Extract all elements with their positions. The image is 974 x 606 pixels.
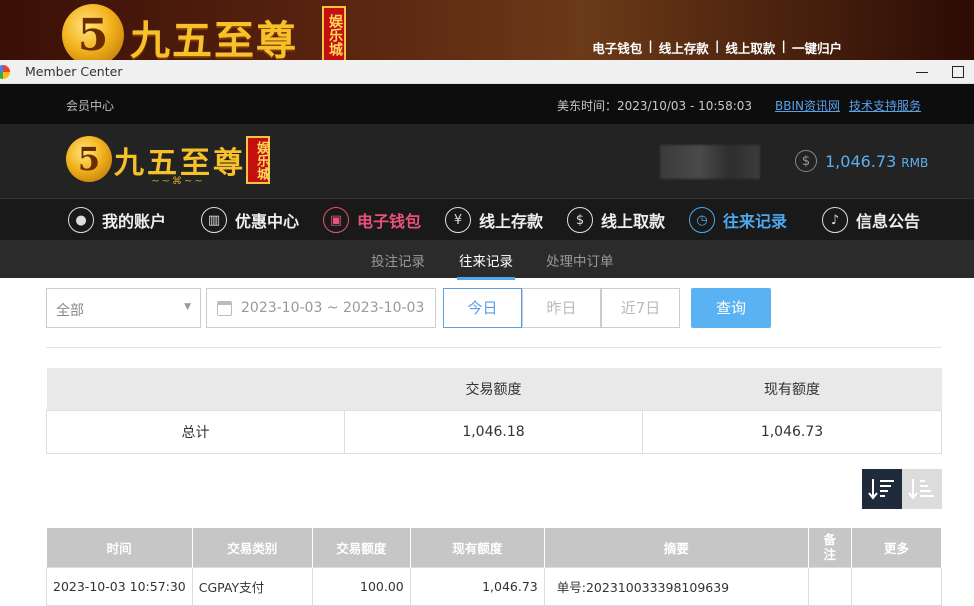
column-header-time[interactable]: 时间 (46, 528, 193, 567)
date-range-input[interactable]: 2023-10-03 ~ 2023-10-03 (206, 288, 436, 328)
summary-header: 现有额度 (642, 368, 942, 410)
top-banner: 5 九五至尊 娱乐城 电子钱包 | 线上存款 | 线上取款 | 一键归户 (0, 0, 974, 60)
nav-online-withdraw[interactable]: $ 线上取款 (567, 205, 665, 235)
nav-label: 往来记录 (723, 212, 788, 231)
banner-badge: 娱乐城 (322, 6, 346, 60)
banner-link-consolidate[interactable]: 一键归户 (792, 38, 842, 57)
deposit-icon: ¥ (445, 207, 471, 233)
brand-logo-icon: 5 (62, 4, 124, 60)
nav-transaction-records[interactable]: ◷ 往来记录 (689, 205, 787, 235)
ornament-icon: ~~⌘~~ (151, 176, 205, 187)
banner-title: 九五至尊 (130, 17, 298, 60)
banner-nav: 电子钱包 | 线上存款 | 线上取款 | 一键归户 (592, 38, 842, 57)
window-title: Member Center (25, 64, 123, 79)
nav-announcements[interactable]: ♪ 信息公告 (822, 205, 920, 235)
server-time: 美东时间：2023/10/03 - 10:58:03 (557, 99, 753, 113)
app-icon (0, 64, 10, 79)
balance-amount: 1,046.73 (825, 151, 897, 171)
tab-pending-orders[interactable]: 处理中订单 (546, 250, 614, 270)
summary-header (46, 368, 345, 410)
withdraw-icon: $ (567, 207, 593, 233)
wallet-icon: ▣ (323, 207, 349, 233)
cell-summary: 单号:202310033398109639 (543, 566, 809, 606)
records-icon: ◷ (689, 207, 715, 233)
main-nav: ● 我的账户 ▥ 优惠中心 ▣ 电子钱包 ¥ 线上存款 $ 线上取款 ◷ 往来记… (0, 198, 974, 240)
sort-asc-icon (908, 479, 934, 500)
sort-desc-icon (868, 479, 894, 500)
column-header-balance[interactable]: 现有额度 (410, 528, 545, 567)
yesterday-button[interactable]: 昨日 (522, 288, 601, 328)
divider (46, 347, 942, 348)
cell-balance: 1,046.73 (409, 566, 545, 606)
summary-cell: 1,046.18 (344, 409, 643, 454)
banner-link-withdraw[interactable]: 线上取款 (725, 38, 775, 57)
date-range-value: 2023-10-03 ~ 2023-10-03 (241, 300, 425, 316)
transaction-type-select[interactable]: 全部 (46, 288, 201, 328)
nav-label: 线上存款 (479, 212, 544, 231)
nav-label: 线上取款 (601, 212, 666, 231)
column-header-more[interactable]: 更多 (851, 528, 943, 567)
calendar-icon (217, 301, 232, 316)
nav-label: 信息公告 (856, 212, 921, 231)
summary-header-row: 交易额度 现有额度 (46, 368, 942, 410)
summary-cell: 1,046.73 (642, 409, 942, 454)
banner-link-wallet[interactable]: 电子钱包 (592, 38, 642, 57)
transactions-table: 时间 交易类别 交易额度 现有额度 摘要 备注 更多 2023-10-03 10… (46, 528, 943, 606)
nav-promotions[interactable]: ▥ 优惠中心 (201, 205, 299, 235)
balance-currency: RMB (901, 156, 929, 170)
separator: | (714, 38, 720, 53)
summary-header: 交易额度 (344, 368, 643, 410)
maximize-icon[interactable] (950, 64, 966, 80)
window-titlebar: Member Center (0, 60, 974, 84)
summary-table: 交易额度 现有额度 总计 1,046.18 1,046.73 (46, 368, 942, 454)
minimize-icon[interactable] (914, 64, 930, 80)
user-icon: ● (68, 207, 94, 233)
cell-type: CGPAY支付 (191, 566, 313, 606)
today-button[interactable]: 今日 (443, 288, 522, 328)
banner-link-deposit[interactable]: 线上存款 (659, 38, 709, 57)
sort-descending-button[interactable] (862, 469, 902, 509)
blurred-username (660, 145, 760, 179)
column-header-remark[interactable]: 备注 (808, 528, 852, 567)
table-row[interactable]: 2023-10-03 10:57:30 CGPAY支付 100.00 1,046… (46, 566, 943, 606)
summary-row: 总计 1,046.18 1,046.73 (46, 409, 942, 454)
nav-e-wallet[interactable]: ▣ 电子钱包 (323, 205, 421, 235)
sub-tabs: 投注记录 往来记录 处理中订单 (0, 240, 974, 280)
nav-label: 我的账户 (102, 212, 167, 231)
header-logo-icon[interactable]: 5 (66, 136, 112, 182)
column-header-amount[interactable]: 交易额度 (312, 528, 411, 567)
separator: | (781, 38, 786, 53)
nav-my-account[interactable]: ● 我的账户 (68, 205, 166, 235)
member-center-label: 会员中心 (66, 99, 115, 113)
gift-icon: ▥ (201, 207, 227, 233)
cell-remark (807, 566, 852, 606)
table-header-row: 时间 交易类别 交易额度 现有额度 摘要 备注 更多 (46, 528, 943, 567)
nav-label: 电子钱包 (357, 212, 422, 231)
column-header-summary[interactable]: 摘要 (544, 528, 809, 567)
tab-bet-records[interactable]: 投注记录 (371, 250, 425, 270)
nav-online-deposit[interactable]: ¥ 线上存款 (445, 205, 543, 235)
balance-display: $ 1,046.73 RMB (795, 150, 928, 172)
sort-ascending-button[interactable] (902, 469, 942, 509)
header-badge: 娱乐城 (246, 136, 270, 184)
summary-cell: 总计 (46, 409, 345, 454)
cell-amount: 100.00 (311, 566, 411, 606)
tech-support-link[interactable]: 技术支持服务 (849, 97, 921, 114)
nav-label: 优惠中心 (235, 212, 300, 231)
column-header-type[interactable]: 交易类别 (192, 528, 313, 567)
query-button[interactable]: 查询 (691, 288, 771, 328)
bbin-news-link[interactable]: BBIN资讯网 (775, 97, 840, 114)
separator: | (648, 38, 653, 53)
bell-icon: ♪ (822, 207, 848, 233)
info-bar: 会员中心 美东时间：2023/10/03 - 10:58:03 BBIN资讯网 … (0, 84, 974, 124)
cell-more[interactable] (850, 566, 943, 606)
dollar-coin-icon: $ (795, 150, 817, 172)
cell-time: 2023-10-03 10:57:30 (46, 566, 193, 606)
tab-transaction-records[interactable]: 往来记录 (457, 250, 515, 280)
last-7-days-button[interactable]: 近7日 (601, 288, 680, 328)
